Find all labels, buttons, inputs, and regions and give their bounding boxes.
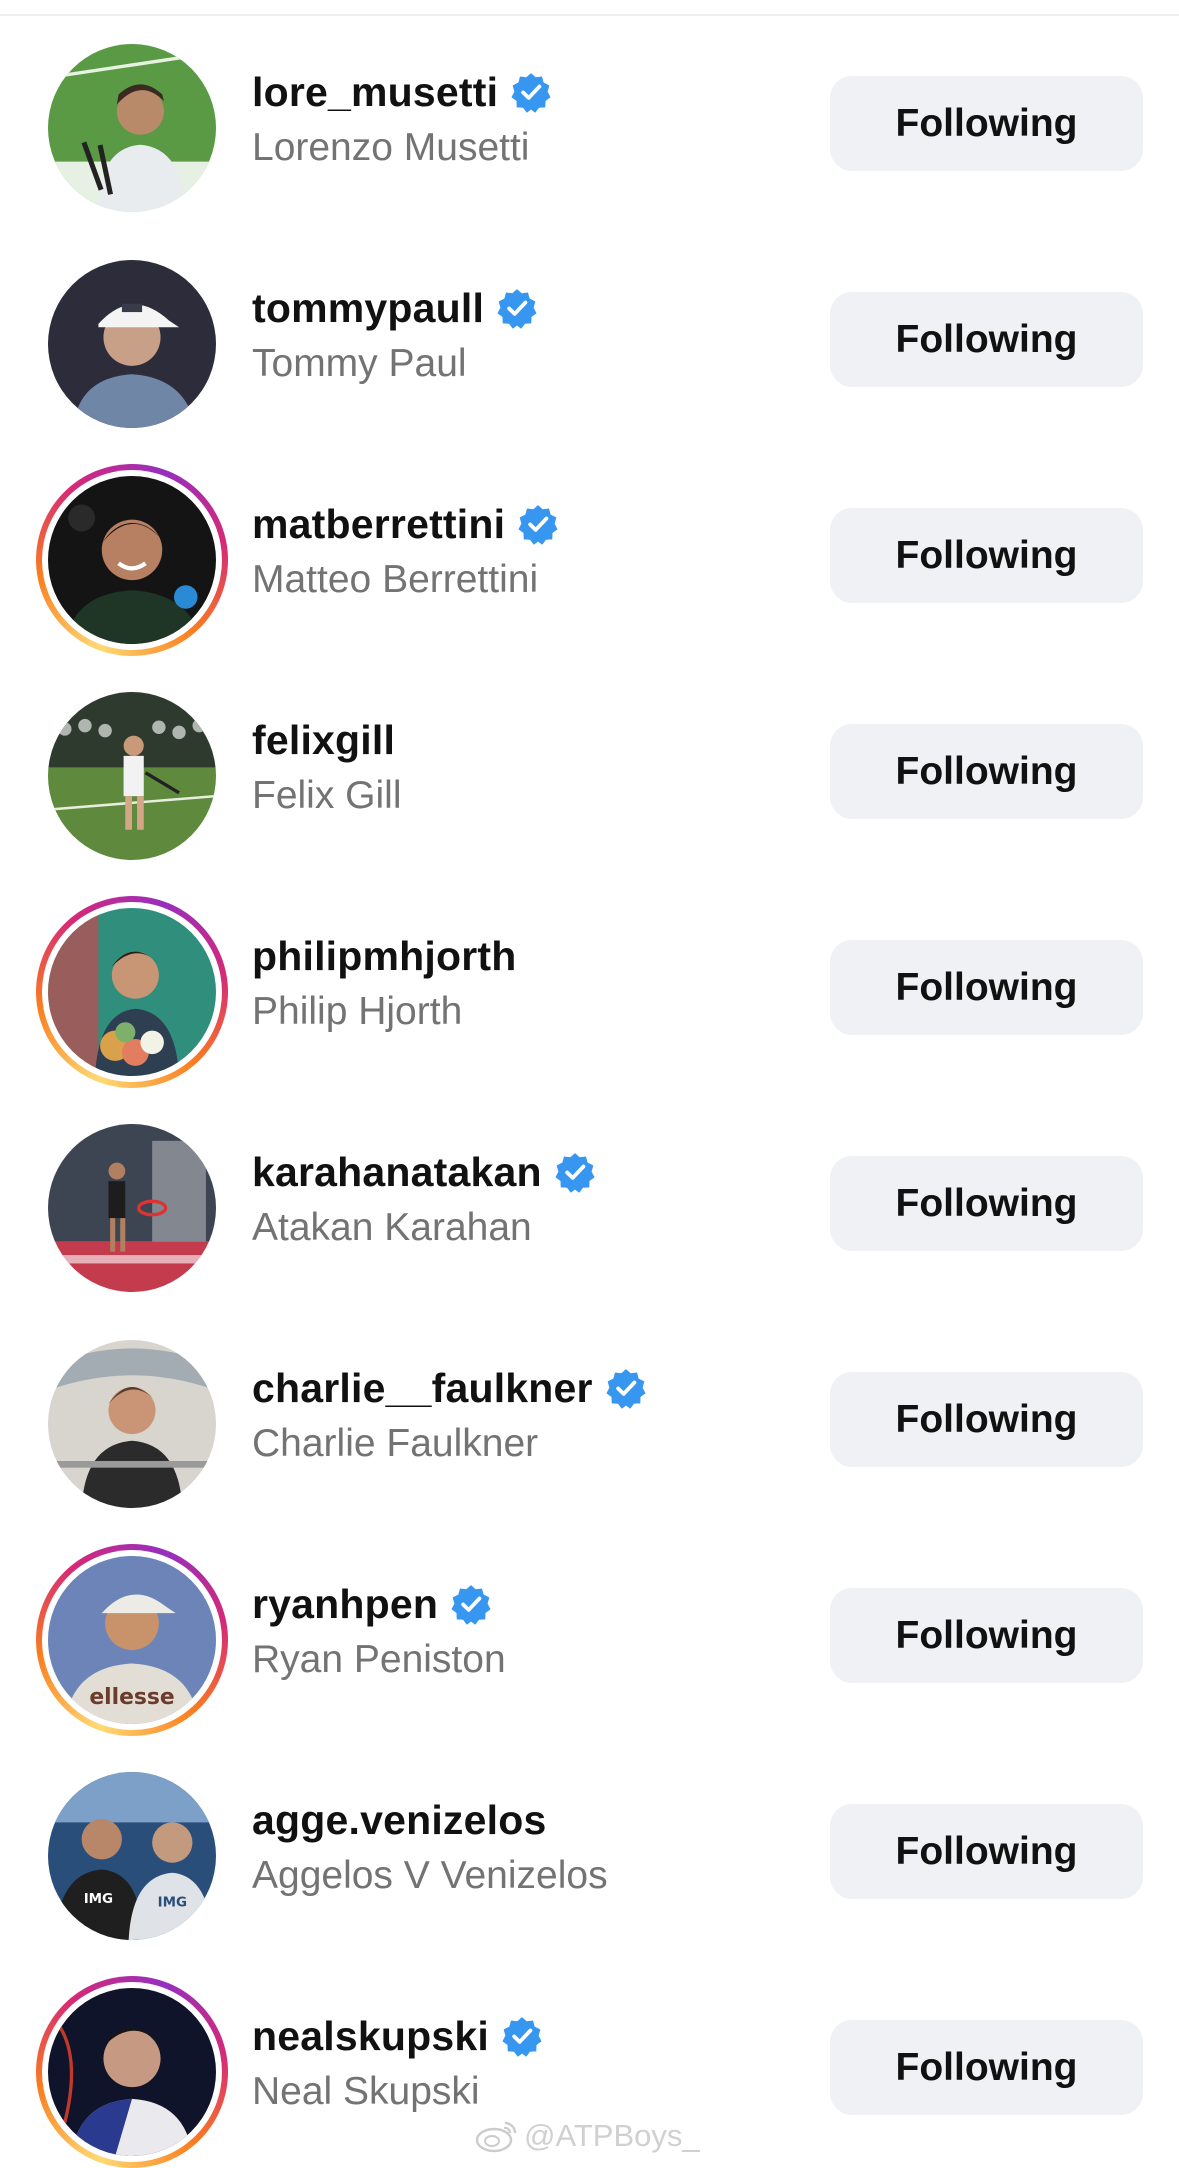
verified-badge-icon: [501, 2015, 543, 2057]
username[interactable]: matberrettini: [252, 501, 505, 548]
verified-badge-icon: [496, 287, 538, 329]
username-line: felixgill: [252, 712, 395, 768]
following-button[interactable]: Following: [830, 2020, 1143, 2115]
username[interactable]: nealskupski: [252, 2013, 489, 2060]
avatar-boat: [48, 1340, 216, 1508]
svg-text:ellesse: ellesse: [89, 1685, 174, 1710]
avatar-story-ring[interactable]: ellesse: [36, 1544, 228, 1736]
full-name: Atakan Karahan: [252, 1206, 532, 1249]
following-button[interactable]: Following: [830, 292, 1143, 387]
avatar-dark-portrait: [48, 1988, 216, 2156]
full-name: Charlie Faulkner: [252, 1422, 539, 1465]
watermark-text: @ATPBoys_: [524, 2118, 700, 2153]
full-name: Neal Skupski: [252, 2070, 480, 2113]
svg-text:IMG: IMG: [158, 1895, 187, 1910]
avatar-ring-gap: [42, 902, 222, 1082]
following-button[interactable]: Following: [830, 1804, 1143, 1899]
username-line: ryanhpen: [252, 1576, 492, 1632]
username[interactable]: ryanhpen: [252, 1581, 438, 1628]
verified-badge-icon: [510, 71, 552, 113]
list-item[interactable]: matberrettini Matteo Berrettini Following: [0, 440, 1179, 656]
username-line: agge.venizelos: [252, 1792, 546, 1848]
username-line: nealskupski: [252, 2008, 543, 2064]
following-button[interactable]: Following: [830, 1588, 1143, 1683]
following-button[interactable]: Following: [830, 76, 1143, 171]
username[interactable]: felixgill: [252, 717, 395, 764]
full-name: Aggelos V Venizelos: [252, 1854, 608, 1897]
username-line: charlie__faulkner: [252, 1360, 647, 1416]
avatar-flowers: [48, 908, 216, 1076]
avatar[interactable]: [36, 680, 228, 872]
avatar[interactable]: [36, 32, 228, 224]
avatar-indoor-court: [48, 1124, 216, 1292]
following-button[interactable]: Following: [830, 508, 1143, 603]
avatar[interactable]: [36, 248, 228, 440]
username[interactable]: philipmhjorth: [252, 933, 517, 980]
full-name: Matteo Berrettini: [252, 558, 539, 601]
avatar-story-ring[interactable]: [36, 464, 228, 656]
username[interactable]: charlie__faulkner: [252, 1365, 593, 1412]
username[interactable]: agge.venizelos: [252, 1797, 546, 1844]
username-line: philipmhjorth: [252, 928, 517, 984]
full-name: Ryan Peniston: [252, 1638, 506, 1681]
following-button[interactable]: Following: [830, 724, 1143, 819]
list-item[interactable]: charlie__faulkner Charlie Faulkner Follow…: [0, 1304, 1179, 1520]
full-name: Felix Gill: [252, 774, 402, 817]
list-item[interactable]: lore_musetti Lorenzo Musetti Following: [0, 8, 1179, 224]
username[interactable]: lore_musetti: [252, 69, 498, 116]
username-line: karahanatakan: [252, 1144, 596, 1200]
list-item[interactable]: felixgill Felix Gill Following: [0, 656, 1179, 872]
list-item[interactable]: ellesse ryanhpen Ryan Peniston Following: [0, 1520, 1179, 1736]
verified-badge-icon: [450, 1583, 492, 1625]
full-name: Philip Hjorth: [252, 990, 463, 1033]
list-item[interactable]: tommypaull Tommy Paul Following: [0, 224, 1179, 440]
username[interactable]: karahanatakan: [252, 1149, 542, 1196]
list-item[interactable]: philipmhjorth Philip Hjorth Following: [0, 872, 1179, 1088]
username-line: matberrettini: [252, 496, 559, 552]
verified-badge-icon: [554, 1151, 596, 1193]
verified-badge-icon: [605, 1367, 647, 1409]
avatar[interactable]: [36, 1112, 228, 1304]
full-name: Tommy Paul: [252, 342, 467, 385]
avatar[interactable]: IMG IMG: [36, 1760, 228, 1952]
avatar-press-conference: [48, 44, 216, 212]
avatar-grass-court: [48, 692, 216, 860]
verified-badge-icon: [517, 503, 559, 545]
avatar-ellesse-tee: ellesse: [48, 1556, 216, 1724]
following-button[interactable]: Following: [830, 940, 1143, 1035]
avatar-cap-portrait: [48, 260, 216, 428]
avatar-story-ring[interactable]: [36, 1976, 228, 2168]
following-button[interactable]: Following: [830, 1372, 1143, 1467]
avatar-story-ring[interactable]: [36, 896, 228, 1088]
username-line: lore_musetti: [252, 64, 552, 120]
avatar-ring-gap: [42, 470, 222, 650]
avatar-smiling-portrait: [48, 476, 216, 644]
following-button[interactable]: Following: [830, 1156, 1143, 1251]
avatar-two-people: IMG IMG: [48, 1772, 216, 1940]
list-item[interactable]: karahanatakan Atakan Karahan Following: [0, 1088, 1179, 1304]
weibo-icon: [475, 2121, 517, 2153]
watermark: @ATPBoys_: [474, 2118, 700, 2154]
avatar-ring-gap: ellesse: [42, 1550, 222, 1730]
list-item[interactable]: IMG IMG agge.venizelos Aggelos V Venizelo…: [0, 1736, 1179, 1952]
username[interactable]: tommypaull: [252, 285, 484, 332]
username-line: tommypaull: [252, 280, 538, 336]
svg-text:IMG: IMG: [84, 1892, 113, 1907]
avatar[interactable]: [36, 1328, 228, 1520]
avatar-ring-gap: [42, 1982, 222, 2162]
full-name: Lorenzo Musetti: [252, 126, 530, 169]
